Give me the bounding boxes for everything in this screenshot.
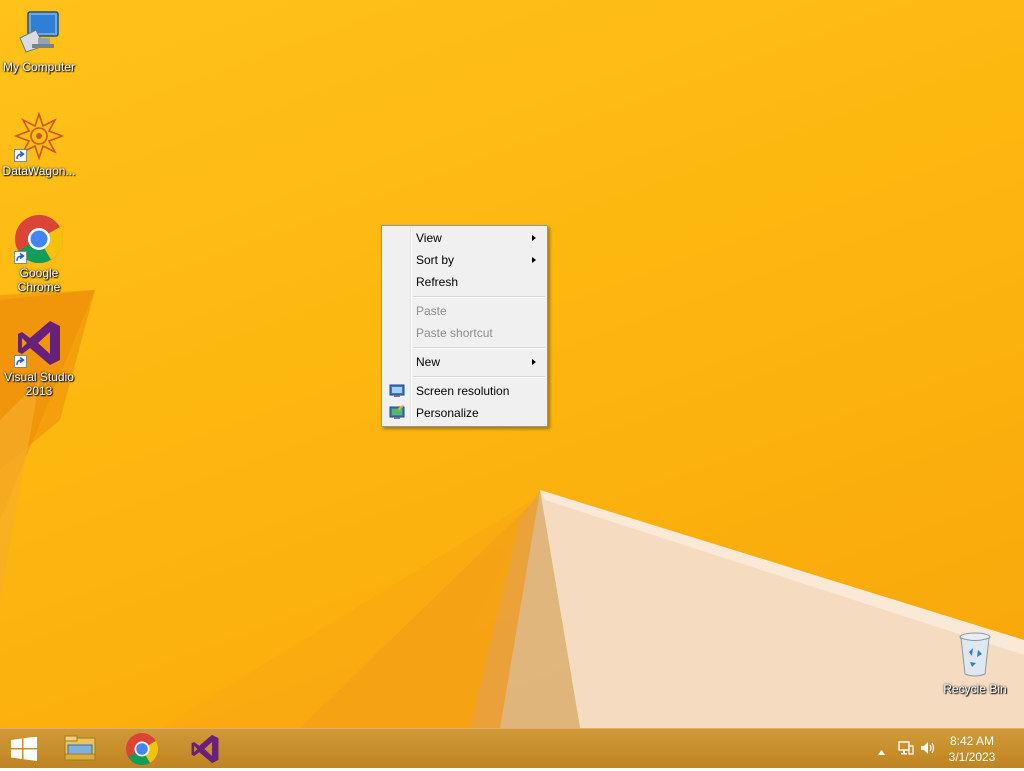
visual-studio-icon <box>191 734 219 764</box>
menu-item-sort-by[interactable]: Sort by <box>384 249 545 271</box>
submenu-arrow-icon <box>532 359 536 365</box>
shortcut-arrow-icon <box>14 251 27 264</box>
taskbar-clock[interactable]: 8:42 AM 3/1/2023 <box>942 733 1002 765</box>
menu-separator <box>413 376 545 378</box>
windows-logo-icon <box>11 736 37 761</box>
chrome-icon <box>126 733 159 766</box>
menu-item-refresh[interactable]: Refresh <box>384 271 545 293</box>
menu-item-label: Paste <box>416 304 447 318</box>
menu-item-personalize[interactable]: Personalize <box>384 402 545 424</box>
desktop-icon-recycle-bin[interactable]: Recycle Bin <box>936 630 1014 696</box>
system-tray <box>874 729 936 769</box>
menu-separator <box>413 347 545 349</box>
chrome-icon <box>14 214 64 264</box>
submenu-arrow-icon <box>532 235 536 241</box>
file-explorer-icon <box>64 735 96 761</box>
screen-resolution-icon <box>389 383 405 399</box>
datawagon-icon <box>13 111 65 162</box>
desktop-icon-datawagon[interactable]: DataWagon... <box>0 111 78 178</box>
shortcut-arrow-icon <box>14 149 27 162</box>
submenu-arrow-icon <box>532 257 536 263</box>
my-computer-icon <box>14 8 64 58</box>
menu-item-label: View <box>416 231 442 245</box>
show-hidden-icons-icon[interactable] <box>877 744 886 762</box>
desktop-icon-label: Visual Studio 2013 <box>4 370 74 398</box>
menu-item-view[interactable]: View <box>384 227 545 249</box>
menu-item-screen-resolution[interactable]: Screen resolution <box>384 380 545 402</box>
taskbar-visual-studio-button[interactable] <box>182 732 226 766</box>
recycle-bin-icon <box>950 630 1000 680</box>
desktop-icon-label: DataWagon... <box>2 164 76 178</box>
menu-item-new[interactable]: New <box>384 351 545 373</box>
desktop-icon-label: My Computer <box>2 60 76 74</box>
personalize-icon <box>389 405 405 421</box>
desktop-context-menu: View Sort by Refresh Paste Paste shortcu… <box>381 225 548 427</box>
clock-time: 8:42 AM <box>949 734 995 748</box>
desktop-icon-visual-studio-2013[interactable]: Visual Studio 2013 <box>0 318 78 398</box>
desktop-icon-label: Google Chrome <box>17 266 61 294</box>
shortcut-arrow-icon <box>14 355 27 368</box>
taskbar-file-explorer-button[interactable] <box>58 732 102 766</box>
desktop[interactable]: My Computer DataWagon... Google Chrome V… <box>0 0 1024 728</box>
visual-studio-icon <box>14 318 64 368</box>
menu-item-label: Refresh <box>416 275 459 289</box>
menu-item-label: Paste shortcut <box>416 326 493 340</box>
taskbar-chrome-button[interactable] <box>120 732 164 766</box>
taskbar: 8:42 AM 3/1/2023 <box>0 728 1024 768</box>
menu-item-label: Screen resolution <box>416 384 510 398</box>
menu-item-label: New <box>416 355 441 369</box>
desktop-icon-google-chrome[interactable]: Google Chrome <box>0 214 78 294</box>
desktop-icon-my-computer[interactable]: My Computer <box>0 8 78 74</box>
volume-icon[interactable] <box>920 740 936 761</box>
desktop-icon-label: Recycle Bin <box>943 682 1007 696</box>
network-icon[interactable] <box>898 740 914 761</box>
clock-date: 3/1/2023 <box>948 750 996 764</box>
menu-separator <box>413 296 545 298</box>
menu-item-label: Personalize <box>416 406 479 420</box>
menu-item-paste[interactable]: Paste <box>384 300 545 322</box>
start-button[interactable] <box>10 736 38 761</box>
menu-item-paste-shortcut[interactable]: Paste shortcut <box>384 322 545 344</box>
menu-item-label: Sort by <box>416 253 455 267</box>
